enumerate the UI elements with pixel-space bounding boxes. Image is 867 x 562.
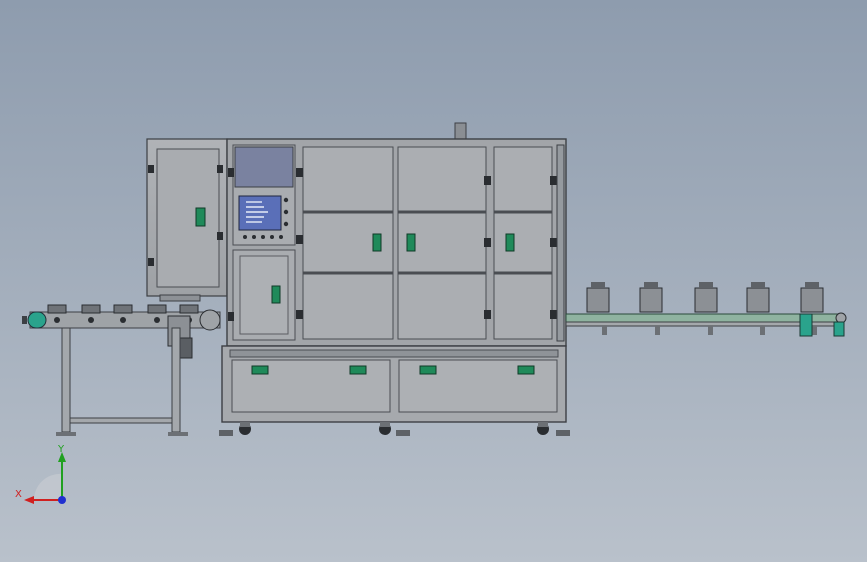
drawer-handle[interactable]: [419, 365, 437, 375]
cabinet-handle[interactable]: [195, 207, 206, 227]
y-axis-label: Y: [57, 444, 65, 455]
right-conveyor[interactable]: [565, 282, 847, 337]
left-conveyor[interactable]: [22, 304, 221, 436]
drawer-handle[interactable]: [251, 365, 269, 375]
hmi-touch-screen[interactable]: [238, 195, 282, 231]
door-handle[interactable]: [271, 285, 281, 304]
cad-viewport[interactable]: Y X: [0, 0, 867, 562]
left-cabinet[interactable]: [146, 138, 228, 302]
main-machine[interactable]: [219, 122, 570, 436]
door-handle[interactable]: [505, 233, 515, 252]
coordinate-triad: [24, 452, 66, 504]
drawer-handle[interactable]: [517, 365, 535, 375]
assembly-drawing: Y X: [15, 122, 847, 504]
door-handle[interactable]: [372, 233, 382, 252]
drawer-handle[interactable]: [349, 365, 367, 375]
casters: [219, 422, 570, 436]
x-axis-label: X: [15, 489, 22, 500]
door-handle[interactable]: [406, 233, 416, 252]
